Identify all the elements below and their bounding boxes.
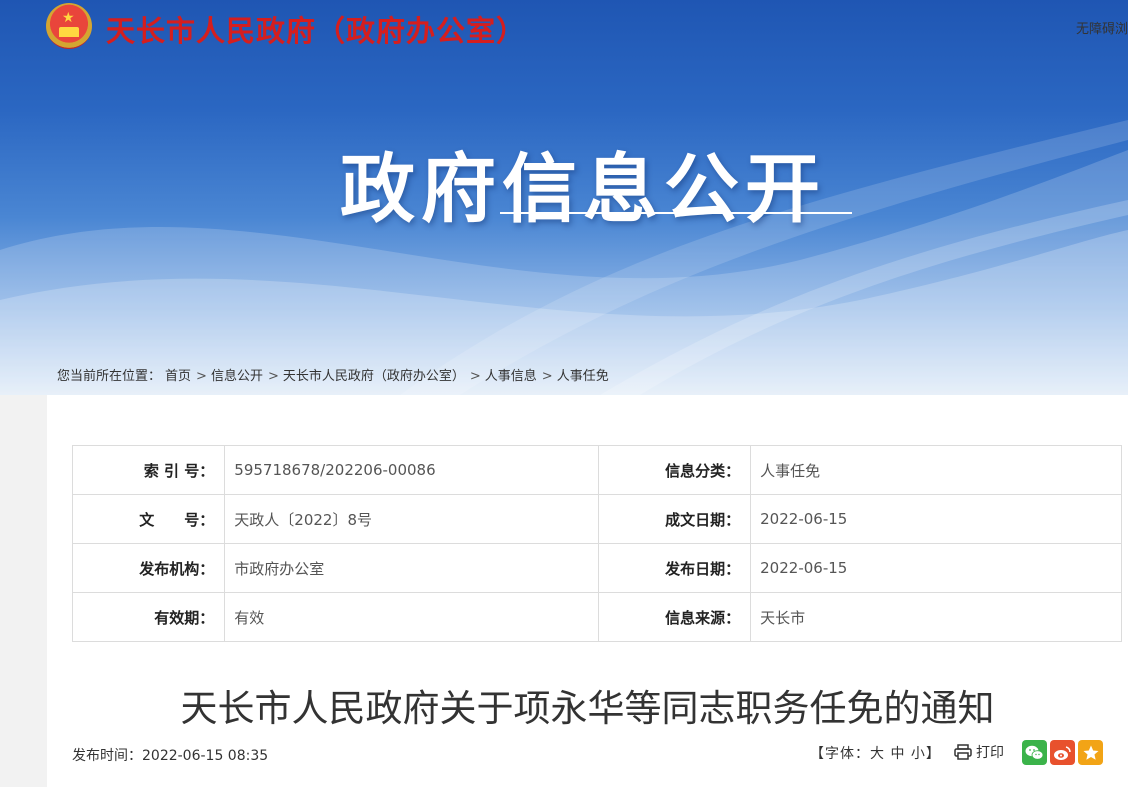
favorite-button[interactable]	[1078, 740, 1103, 765]
font-size-large-button[interactable]: 大	[870, 746, 885, 762]
breadcrumb: 您当前所在位置： 首页 > 信息公开 > 天长市人民政府（政府办公室） > 人事信息 > 人事任免	[57, 365, 613, 384]
publish-date-label: 发布日期：	[597, 543, 752, 593]
content-panel: 索 引 号： 595718678/202206-00086 信息分类： 人事任免…	[47, 395, 1128, 787]
banner-title: 政府信息公开	[340, 145, 827, 233]
index-number-label: 索 引 号：	[71, 445, 226, 495]
validity-label: 有效期：	[71, 592, 226, 642]
national-emblem-icon: ★	[46, 3, 92, 49]
star-icon	[1083, 745, 1098, 760]
written-date-value: 2022-06-15	[750, 494, 1122, 544]
breadcrumb-item-personnel-info[interactable]: 人事信息	[485, 369, 537, 384]
info-source-value: 天长市	[750, 592, 1122, 642]
publish-date-value: 2022-06-15	[750, 543, 1122, 593]
site-title[interactable]: 天长市人民政府（政府办公室）	[106, 8, 526, 50]
print-label: 打印	[976, 745, 1004, 761]
font-size-small-button[interactable]: 小	[911, 746, 926, 762]
table-row: 发布机构： 市政府办公室 发布日期： 2022-06-15	[71, 543, 1122, 593]
print-button[interactable]: 打印	[954, 742, 1004, 762]
table-row: 索 引 号： 595718678/202206-00086 信息分类： 人事任免	[71, 445, 1122, 495]
publish-time: 发布时间：2022-06-15 08:35	[72, 748, 269, 764]
breadcrumb-prefix: 您当前所在位置：	[57, 369, 162, 384]
font-size-control: 【字体：大 中 小】	[810, 743, 941, 763]
banner-title-underline	[500, 212, 852, 214]
wechat-icon	[1025, 745, 1044, 760]
breadcrumb-item-appointments[interactable]: 人事任免	[557, 369, 609, 384]
article-title: 天长市人民政府关于项永华等同志职务任免的通知	[180, 687, 995, 730]
issuing-agency-value: 市政府办公室	[224, 543, 599, 593]
validity-value: 有效	[224, 592, 599, 642]
info-category-label: 信息分类：	[597, 445, 752, 495]
issuing-agency-label: 发布机构：	[71, 543, 226, 593]
share-wechat-button[interactable]	[1022, 740, 1047, 765]
info-source-label: 信息来源：	[597, 592, 752, 642]
written-date-label: 成文日期：	[597, 494, 752, 544]
share-weibo-button[interactable]	[1050, 740, 1075, 765]
accessibility-link[interactable]: 无障碍浏	[1076, 18, 1128, 37]
index-number-value: 595718678/202206-00086	[224, 445, 599, 495]
info-category-value: 人事任免	[750, 445, 1122, 495]
table-row: 文 号： 天政人〔2022〕8号 成文日期： 2022-06-15	[71, 494, 1122, 544]
breadcrumb-item-info-open[interactable]: 信息公开	[211, 369, 263, 384]
breadcrumb-separator: >	[541, 369, 553, 384]
document-number-value: 天政人〔2022〕8号	[224, 494, 599, 544]
printer-icon	[954, 744, 972, 760]
breadcrumb-item-home[interactable]: 首页	[165, 369, 191, 384]
header-banner: ★ 天长市人民政府（政府办公室） 无障碍浏 政府信息公开 您当前所在位置： 首页 >…	[0, 0, 1128, 395]
document-number-label: 文 号：	[71, 494, 226, 544]
font-size-suffix: 】	[925, 746, 941, 762]
font-size-medium-button[interactable]: 中	[890, 746, 905, 762]
info-meta-table: 索 引 号： 595718678/202206-00086 信息分类： 人事任免…	[71, 445, 1122, 642]
table-row: 有效期： 有效 信息来源： 天长市	[71, 592, 1122, 642]
weibo-icon	[1054, 745, 1071, 760]
breadcrumb-separator: >	[469, 369, 481, 384]
breadcrumb-separator: >	[196, 369, 207, 384]
font-size-prefix: 【字体：	[810, 746, 870, 762]
breadcrumb-item-gov-office[interactable]: 天长市人民政府（政府办公室）	[283, 369, 465, 384]
breadcrumb-separator: >	[267, 369, 279, 384]
